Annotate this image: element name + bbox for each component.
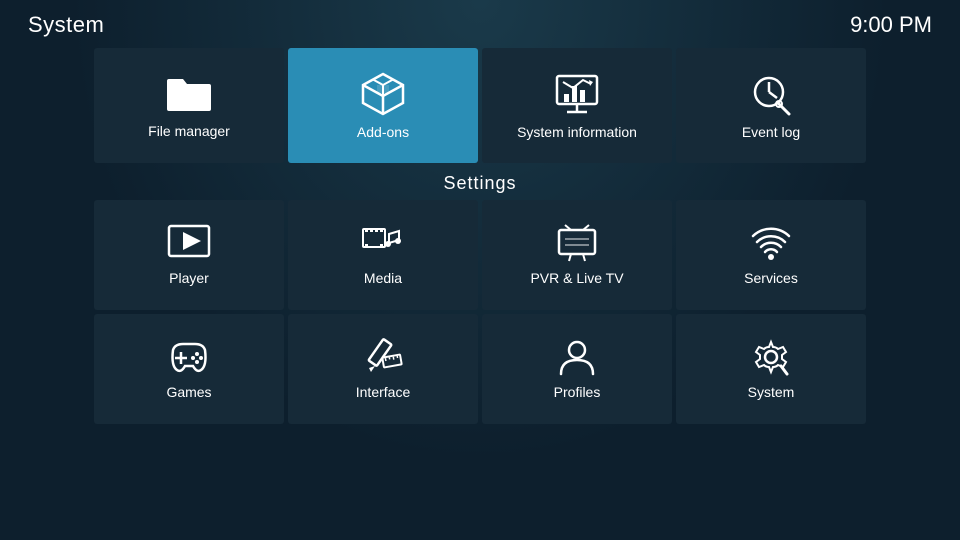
tile-profiles[interactable]: Profiles (482, 314, 672, 424)
app-title: System (28, 12, 104, 38)
gamepad-icon (167, 338, 211, 376)
gear-icon (749, 338, 793, 376)
tile-player[interactable]: Player (94, 200, 284, 310)
main-page: System 9:00 PM File manager (0, 0, 960, 540)
tile-add-ons[interactable]: Add-ons (288, 48, 478, 163)
tile-event-log-label: Event log (742, 124, 800, 140)
tile-services[interactable]: Services (676, 200, 866, 310)
person-icon (555, 338, 599, 376)
tile-event-log[interactable]: Event log (676, 48, 866, 163)
box-icon (359, 72, 407, 116)
tile-pvr-live-tv[interactable]: PVR & Live TV (482, 200, 672, 310)
tile-media[interactable]: Media (288, 200, 478, 310)
tile-system-information-label: System information (517, 124, 637, 140)
tile-system-label: System (748, 384, 795, 400)
tile-system[interactable]: System (676, 314, 866, 424)
clock: 9:00 PM (850, 12, 932, 38)
top-tiles-row: File manager Add-ons (0, 48, 960, 163)
chart-icon (553, 72, 601, 116)
tile-add-ons-label: Add-ons (357, 124, 409, 140)
tile-player-label: Player (169, 270, 209, 286)
tv-icon (555, 224, 599, 262)
tile-media-label: Media (364, 270, 402, 286)
tile-interface-label: Interface (356, 384, 410, 400)
tile-profiles-label: Profiles (554, 384, 601, 400)
tile-games-label: Games (166, 384, 211, 400)
tile-pvr-live-tv-label: PVR & Live TV (530, 270, 623, 286)
tile-file-manager-label: File manager (148, 123, 230, 139)
header: System 9:00 PM (0, 0, 960, 46)
play-icon (167, 224, 211, 262)
settings-grid: Player Media (0, 200, 960, 424)
tile-games[interactable]: Games (94, 314, 284, 424)
wifi-icon (749, 224, 793, 262)
tile-system-information[interactable]: System information (482, 48, 672, 163)
folder-icon (165, 73, 213, 115)
media-icon (361, 224, 405, 262)
tile-file-manager[interactable]: File manager (94, 48, 284, 163)
tile-services-label: Services (744, 270, 798, 286)
pencil-icon (361, 338, 405, 376)
clock-search-icon (747, 72, 795, 116)
tile-interface[interactable]: Interface (288, 314, 478, 424)
settings-section-label: Settings (0, 173, 960, 194)
